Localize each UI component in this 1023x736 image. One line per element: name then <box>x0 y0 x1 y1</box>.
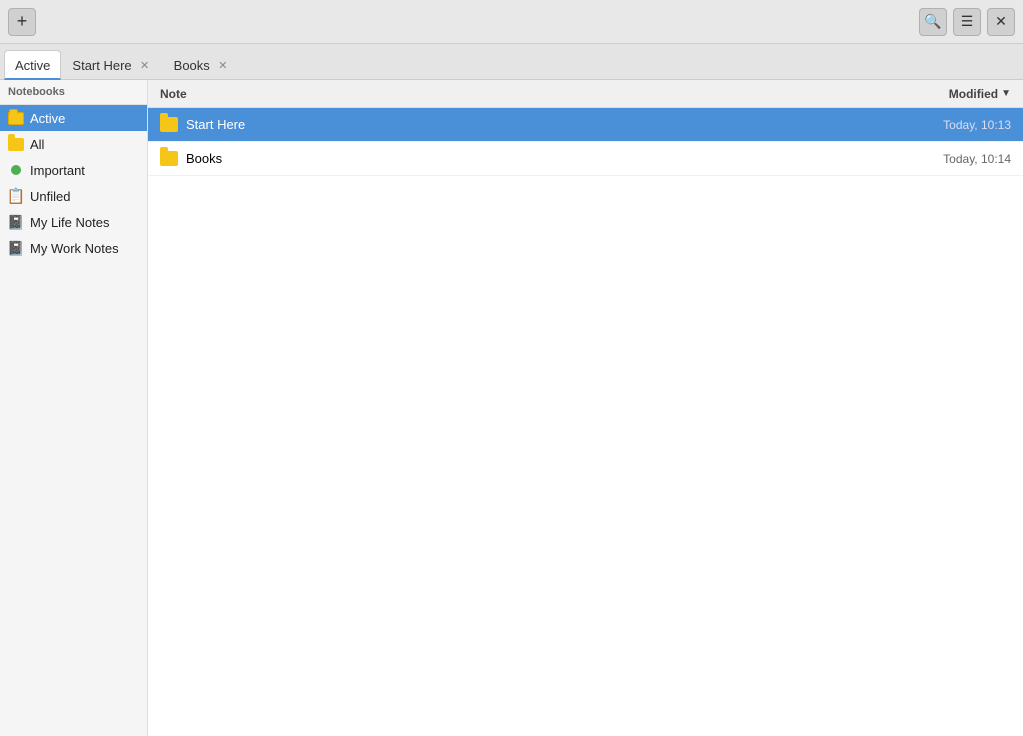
modified-label: Modified <box>949 87 998 101</box>
tab-start-here-close[interactable]: ✕ <box>138 58 152 72</box>
tab-books-close[interactable]: ✕ <box>216 58 230 72</box>
note-modified-start-here: Today, 10:13 <box>943 118 1011 132</box>
sidebar-item-my-work-notes[interactable]: 📓 My Work Notes <box>0 235 147 261</box>
note-modified-books: Today, 10:14 <box>943 152 1011 166</box>
sidebar-item-my-work-notes-label: My Work Notes <box>30 241 119 256</box>
sidebar-item-my-life-notes-label: My Life Notes <box>30 215 109 230</box>
tab-active[interactable]: Active <box>4 50 61 80</box>
tab-start-here[interactable]: Start Here ✕ <box>61 49 162 79</box>
note-row-start-here[interactable]: Start Here Today, 10:13 <box>148 108 1023 142</box>
sidebar-item-important-label: Important <box>30 163 85 178</box>
my-life-notes-icon: 📓 <box>8 214 24 230</box>
sidebar: Notebooks Active All Important 📋 Unfiled <box>0 80 148 736</box>
tab-books[interactable]: Books ✕ <box>163 49 241 79</box>
sidebar-item-my-life-notes[interactable]: 📓 My Life Notes <box>0 209 147 235</box>
sidebar-item-unfiled-label: Unfiled <box>30 189 70 204</box>
note-list-area: Note Modified ▼ Start Here Today, 10:13 … <box>148 80 1023 736</box>
folder-icon-books <box>160 151 178 166</box>
unfiled-icon: 📋 <box>8 188 24 204</box>
tabsbar: Active Start Here ✕ Books ✕ <box>0 44 1023 80</box>
menu-button[interactable]: ☰ <box>953 8 981 36</box>
folder-icon-start-here <box>160 117 178 132</box>
search-icon: 🔍 <box>924 13 941 30</box>
sidebar-item-important[interactable]: Important <box>0 157 147 183</box>
tab-start-here-label: Start Here <box>72 58 131 73</box>
important-icon <box>8 162 24 178</box>
close-icon: ✕ <box>995 13 1007 30</box>
add-button[interactable]: + <box>8 8 36 36</box>
note-list-header: Note Modified ▼ <box>148 80 1023 108</box>
sidebar-item-unfiled[interactable]: 📋 Unfiled <box>0 183 147 209</box>
note-name-books: Books <box>186 151 935 166</box>
note-row-books[interactable]: Books Today, 10:14 <box>148 142 1023 176</box>
sort-arrow-icon: ▼ <box>1001 88 1011 99</box>
tab-active-label: Active <box>15 58 50 73</box>
sidebar-item-active[interactable]: Active <box>0 105 147 131</box>
my-work-notes-icon: 📓 <box>8 240 24 256</box>
note-name-start-here: Start Here <box>186 117 935 132</box>
sidebar-header: Notebooks <box>0 80 147 105</box>
titlebar: + 🔍 ☰ ✕ <box>0 0 1023 44</box>
note-column-header: Note <box>160 87 949 101</box>
sidebar-item-all[interactable]: All <box>0 131 147 157</box>
notebook-all-icon <box>8 136 24 152</box>
sidebar-item-all-label: All <box>30 137 44 152</box>
modified-column-header[interactable]: Modified ▼ <box>949 87 1011 101</box>
tab-books-label: Books <box>174 58 210 73</box>
close-button[interactable]: ✕ <box>987 8 1015 36</box>
menu-icon: ☰ <box>961 13 974 30</box>
notebook-active-icon <box>8 110 24 126</box>
search-button[interactable]: 🔍 <box>919 8 947 36</box>
main: Notebooks Active All Important 📋 Unfiled <box>0 80 1023 736</box>
sidebar-item-active-label: Active <box>30 111 65 126</box>
